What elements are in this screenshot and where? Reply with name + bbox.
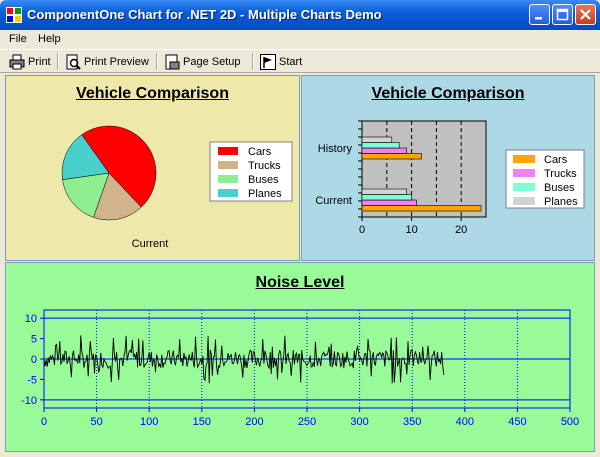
x-tick-label: 50 <box>90 416 102 428</box>
bar-buses-current <box>361 194 412 201</box>
page-setup-button[interactable]: Page Setup <box>164 52 241 71</box>
x-tick-label: 200 <box>245 416 263 428</box>
minimize-icon <box>535 17 542 20</box>
page-setup-label: Page Setup <box>183 55 241 68</box>
x-tick-label: 350 <box>403 416 421 428</box>
legend-label: Planes <box>248 188 282 200</box>
x-tick-label: 300 <box>350 416 368 428</box>
legend-swatch <box>218 189 238 197</box>
menu-help[interactable]: Help <box>38 33 61 45</box>
x-tick-label: 250 <box>298 416 316 428</box>
legend-label: Buses <box>544 182 575 194</box>
bar-planes-history <box>361 136 393 143</box>
pie-chart-panel: Vehicle Comparison Current Cars Trucks Bus… <box>5 75 300 261</box>
y-tick-label: 0 <box>31 354 37 366</box>
legend-swatch <box>513 169 535 177</box>
legend-label: Planes <box>544 196 578 208</box>
pie-chart: Current Cars Trucks Buses Planes <box>61 125 293 250</box>
print-preview-label: Print Preview <box>84 55 149 68</box>
printer-icon <box>9 54 25 69</box>
legend-label: Trucks <box>544 168 577 180</box>
toolbar-separator <box>252 53 254 70</box>
app-window: ComponentOne Chart for .NET 2D - Multipl… <box>0 0 600 457</box>
pie-xlabel: Current <box>132 238 169 250</box>
legend-label: Buses <box>248 174 279 186</box>
y-tick-label: History <box>318 143 353 155</box>
x-tick-label: 10 <box>405 224 417 236</box>
toolbar: Print Print Preview Page Setup Start <box>0 49 600 73</box>
close-button[interactable] <box>575 4 596 25</box>
bar-cars-current <box>361 205 482 212</box>
bar-chart-panel: Vehicle Comparison Current History 0 10 20 Ca… <box>301 75 595 261</box>
bar-planes-current <box>361 188 407 195</box>
title-bar[interactable]: ComponentOne Chart for .NET 2D - Multipl… <box>0 0 600 30</box>
maximize-button[interactable] <box>552 4 573 25</box>
app-icon <box>6 7 22 23</box>
y-tick-label: Current <box>315 195 352 207</box>
menu-file[interactable]: File <box>9 33 27 45</box>
maximize-icon <box>556 8 569 21</box>
toolbar-separator <box>57 53 59 70</box>
bar-buses-history <box>361 142 400 149</box>
toolbar-separator <box>156 53 158 70</box>
window-title: ComponentOne Chart for .NET 2D - Multipl… <box>27 7 382 22</box>
x-tick-label: 500 <box>561 416 579 428</box>
x-tick-label: 450 <box>508 416 526 428</box>
start-button[interactable]: Start <box>260 52 302 71</box>
legend-label: Trucks <box>248 160 281 172</box>
minimize-button[interactable] <box>529 4 550 25</box>
flag-icon <box>260 53 276 70</box>
x-tick-label: 100 <box>140 416 158 428</box>
bar-cars-history <box>361 153 422 160</box>
x-tick-label: 0 <box>359 224 365 236</box>
bar-trucks-current <box>361 199 417 206</box>
print-label: Print <box>28 55 51 68</box>
noise-series-line <box>43 335 445 384</box>
x-tick-label: 400 <box>456 416 474 428</box>
menu-bar: File Help <box>0 30 600 49</box>
x-tick-label: 150 <box>193 416 211 428</box>
legend-swatch <box>218 161 238 169</box>
noise-chart: 0 50 100 150 200 250 300 350 400 450 5001050-5-10 <box>21 309 579 428</box>
legend-swatch <box>513 183 535 191</box>
x-tick-label: 0 <box>41 416 47 428</box>
close-icon <box>580 9 591 20</box>
noise-chart-panel: Noise Level 0 50 100 150 200 250 300 350 400 450 5… <box>5 262 595 452</box>
y-tick-label: 5 <box>31 334 37 346</box>
page-setup-icon <box>165 54 180 69</box>
x-tick-label: 20 <box>455 224 467 236</box>
legend-swatch <box>513 155 535 163</box>
y-tick-label: -10 <box>21 395 37 407</box>
start-label: Start <box>279 55 303 68</box>
legend-swatch <box>513 197 535 205</box>
print-button[interactable]: Print <box>9 52 51 71</box>
y-tick-label: 10 <box>25 313 37 325</box>
bar-chart: Current History 0 10 20 Cars Trucks Buses Planes <box>315 120 585 236</box>
legend-label: Cars <box>248 146 272 158</box>
print-preview-icon <box>66 54 81 70</box>
legend-swatch <box>218 175 238 183</box>
bar-trucks-history <box>361 147 407 154</box>
print-preview-button[interactable]: Print Preview <box>65 52 149 71</box>
y-tick-label: -5 <box>27 374 37 386</box>
legend-label: Cars <box>544 154 568 166</box>
legend-swatch <box>218 147 238 155</box>
